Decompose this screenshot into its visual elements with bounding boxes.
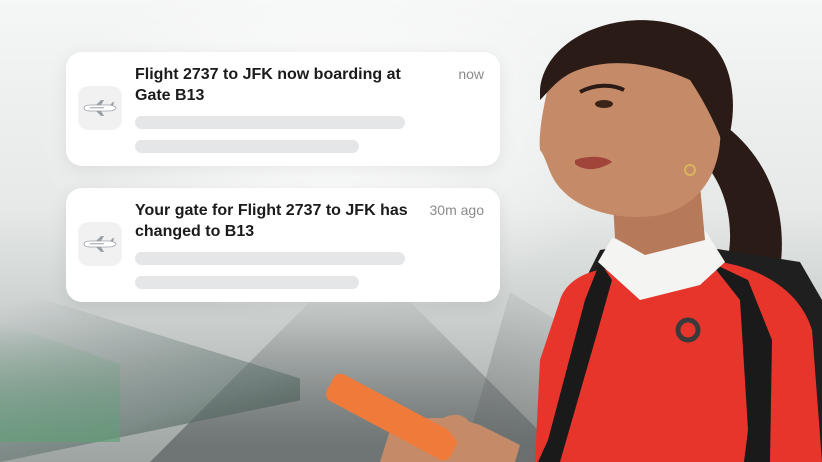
notification-time: now — [458, 66, 484, 82]
app-icon — [78, 86, 122, 130]
airplane-icon — [83, 100, 117, 116]
notification-title: Flight 2737 to JFK now boarding at Gate … — [135, 66, 401, 104]
app-icon — [78, 222, 122, 266]
notification-title: Your gate for Flight 2737 to JFK has cha… — [135, 202, 408, 240]
notification-card-gate-change[interactable]: Your gate for Flight 2737 to JFK has cha… — [66, 188, 500, 302]
placeholder-line — [135, 140, 359, 153]
airplane-icon — [83, 236, 117, 252]
notification-card-boarding[interactable]: Flight 2737 to JFK now boarding at Gate … — [66, 52, 500, 166]
placeholder-line — [135, 116, 405, 129]
placeholder-line — [135, 252, 405, 265]
notification-time: 30m ago — [429, 202, 484, 218]
placeholder-line — [135, 276, 359, 289]
